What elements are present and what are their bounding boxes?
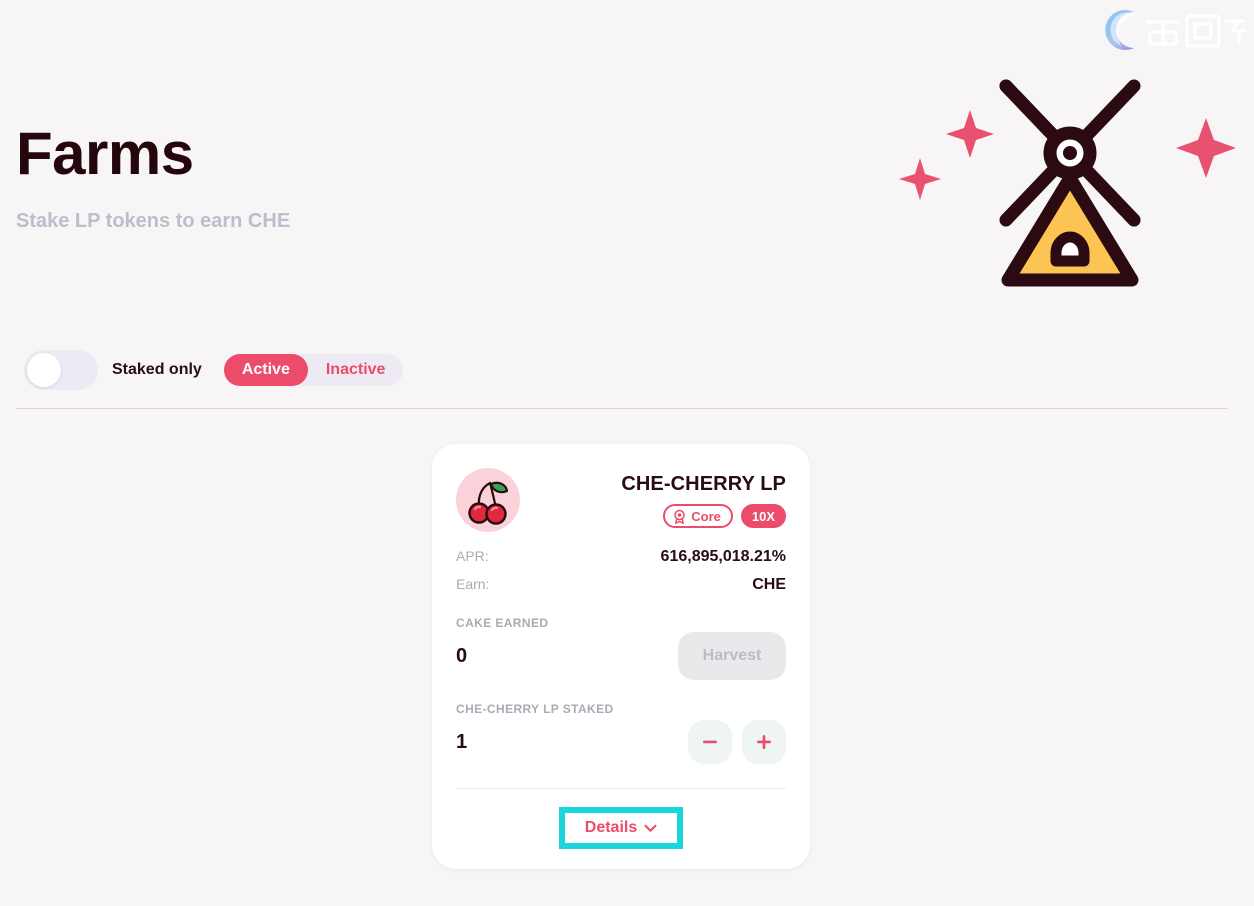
site-watermark-logo	[1088, 2, 1248, 58]
farm-card-title-block: CHE-CHERRY LP Core 10X	[621, 468, 786, 528]
cherry-icon	[456, 468, 520, 532]
logo-c-swoosh-icon	[1105, 9, 1246, 51]
farm-badges: Core 10X	[621, 504, 786, 528]
earn-label: Earn:	[456, 576, 490, 592]
sparkle-icon	[1176, 118, 1236, 178]
tab-inactive[interactable]: Inactive	[308, 354, 404, 386]
apr-value: 616,895,018.21%	[660, 548, 786, 565]
page-subtitle: Stake LP tokens to earn CHE	[16, 210, 291, 232]
windmill-icon	[899, 79, 1236, 287]
status-tabs: Active Inactive	[223, 354, 404, 386]
details-button[interactable]: Details	[585, 819, 657, 837]
plus-icon	[757, 735, 771, 749]
earn-value: CHE	[752, 576, 786, 593]
page-title: Farms	[16, 120, 194, 187]
earn-row: Earn: CHE	[456, 576, 786, 594]
unstake-button[interactable]	[688, 720, 732, 764]
farm-filters: Staked only Active Inactive	[24, 350, 404, 390]
toggle-knob	[27, 353, 61, 387]
medal-icon	[674, 509, 685, 524]
pair-name: CHE-CHERRY LP	[621, 473, 786, 495]
farm-card-header: CHE-CHERRY LP Core 10X	[456, 444, 786, 532]
stake-stepper	[688, 720, 786, 764]
apr-row: APR: 616,895,018.21%	[456, 548, 786, 566]
lp-staked-row: 1	[456, 718, 786, 766]
stake-button[interactable]	[742, 720, 786, 764]
minus-icon	[703, 740, 717, 744]
staked-only-toggle[interactable]	[24, 350, 98, 390]
farm-card: CHE-CHERRY LP Core 10X APR: 616,895,018.…	[432, 444, 810, 869]
cake-earned-label: CAKE EARNED	[456, 616, 549, 630]
windmill-illustration	[890, 58, 1236, 293]
details-button-label: Details	[584, 819, 638, 836]
multiplier-badge: 10X	[740, 504, 786, 528]
details-row: Details	[456, 789, 786, 869]
staked-only-label: Staked only	[112, 361, 202, 378]
cake-earned-amount: 0	[456, 644, 468, 667]
tab-active[interactable]: Active	[223, 354, 308, 386]
harvest-button[interactable]: Harvest	[678, 632, 786, 680]
sparkle-icon	[899, 158, 941, 200]
core-badge: Core	[663, 504, 733, 528]
core-badge-label: Core	[691, 508, 721, 524]
section-divider	[16, 408, 1228, 409]
apr-label: APR:	[456, 548, 489, 564]
details-highlight-box: Details	[558, 807, 684, 849]
cake-earned-row: 0 Harvest	[456, 632, 786, 680]
sparkle-icon	[946, 110, 994, 158]
chevron-down-icon	[644, 824, 657, 832]
lp-staked-amount: 1	[456, 730, 468, 753]
lp-staked-label: CHE-CHERRY LP STAKED	[456, 702, 614, 716]
